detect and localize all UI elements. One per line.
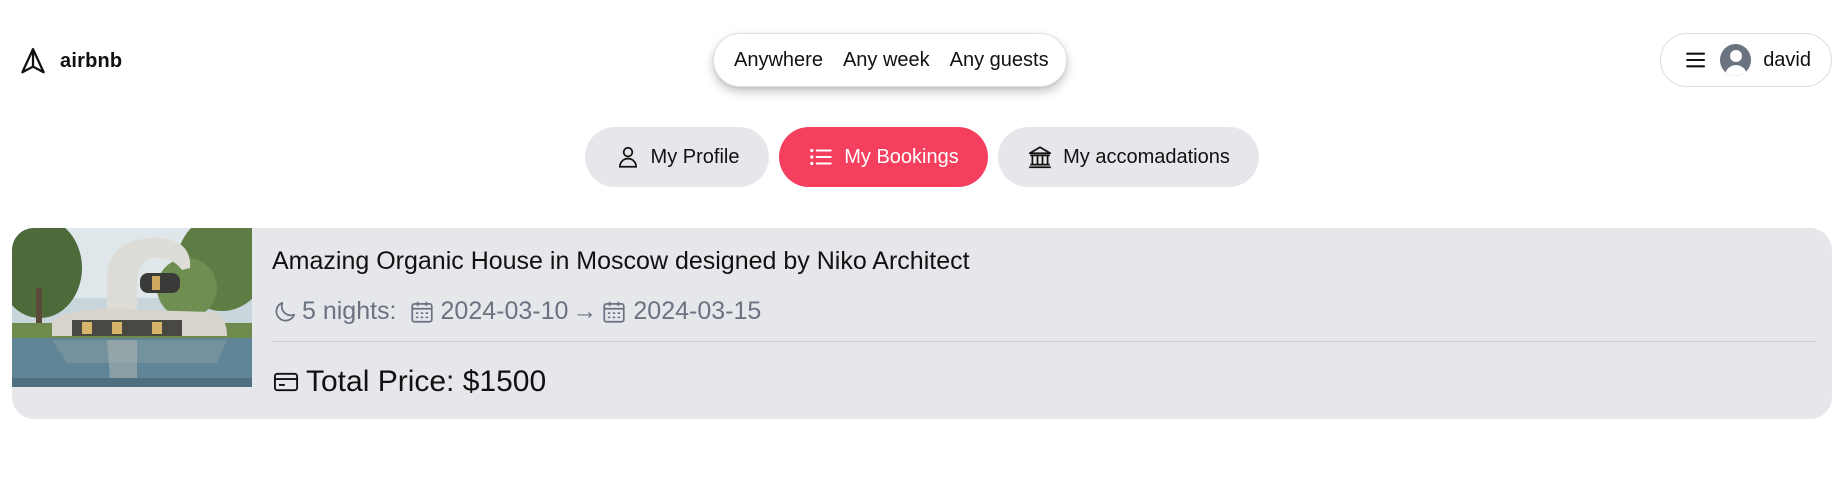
tab-label: My Bookings [844, 145, 959, 168]
moon-icon [275, 301, 296, 321]
booking-dates: 5 nights: 2024-03-10 → 2024-03-15 [272, 297, 761, 326]
check-out-date: 2024-03-15 [633, 297, 762, 325]
tab-my-bookings[interactable]: My Bookings [779, 127, 988, 187]
list-icon [810, 148, 832, 166]
listing-title[interactable]: Amazing Organic House in Moscow designed… [272, 247, 970, 276]
tab-my-profile[interactable]: My Profile [585, 127, 769, 187]
tab-label: My Profile [650, 145, 740, 168]
organic-house-photo [12, 228, 252, 387]
total-price: Total Price: $1500 [272, 365, 546, 399]
search-bar[interactable]: Anywhere Any week Any guests [713, 33, 1067, 87]
search-when[interactable]: Any week [833, 49, 940, 72]
tab-label: My accomadations [1063, 145, 1230, 168]
date-arrow: → [572, 297, 598, 325]
nights-count: 5 nights: [302, 297, 397, 325]
airbnb-logo-icon [21, 48, 45, 74]
building-icon [1028, 146, 1052, 169]
tab-my-accomadations[interactable]: My accomadations [998, 127, 1259, 187]
logo-text: airbnb [60, 49, 123, 72]
total-price-text: Total Price: $1500 [306, 365, 547, 398]
user-icon [618, 146, 637, 168]
booking-card[interactable]: Amazing Organic House in Moscow designed… [12, 228, 1832, 419]
check-in-date: 2024-03-10 [440, 297, 569, 325]
search-where[interactable]: Anywhere [734, 49, 833, 72]
avatar [1720, 44, 1752, 76]
calendar-icon [603, 301, 626, 323]
menu-icon [1686, 52, 1706, 68]
user-menu-button[interactable]: david [1660, 33, 1832, 87]
credit-card-icon [273, 372, 299, 392]
user-name: david [1763, 48, 1811, 71]
logo[interactable]: airbnb [18, 46, 122, 76]
calendar-icon [410, 301, 433, 323]
card-divider [272, 341, 1816, 342]
search-who[interactable]: Any guests [940, 49, 1059, 72]
listing-photo [12, 228, 252, 387]
